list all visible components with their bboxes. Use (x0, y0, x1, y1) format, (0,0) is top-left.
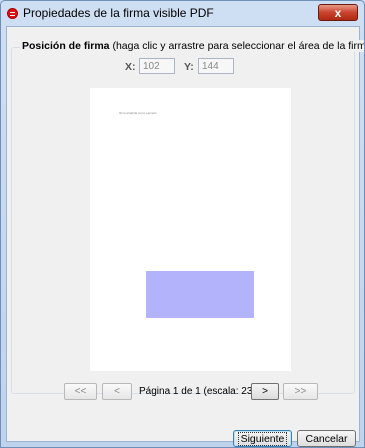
legend-title: Posición de firma (22, 40, 110, 52)
window-title: Propiedades de la firma visible PDF (23, 6, 214, 20)
last-page-button[interactable]: >> (283, 383, 318, 400)
app-seal-icon (7, 7, 18, 19)
dialog-content: Posición de firma (haga clic y arrastre … (6, 26, 364, 447)
page-preview[interactable]: firma añadida como ejemplo (90, 88, 291, 371)
page-navigation: << < Página 1 de 1 (escala: 23%) > >> (7, 383, 359, 403)
cancel-button[interactable]: Cancelar (297, 430, 356, 447)
next-button-label: Siguiente (237, 431, 288, 446)
y-label: Y: (184, 61, 194, 73)
x-coordinate-field[interactable] (139, 58, 175, 74)
close-button[interactable]: x (318, 4, 358, 21)
y-coordinate-field[interactable] (198, 58, 234, 74)
group-legend: Posición de firma (haga clic y arrastre … (20, 40, 365, 52)
dialog-window: Propiedades de la firma visible PDF x Po… (0, 0, 365, 448)
next-page-button[interactable]: > (251, 383, 279, 400)
first-page-button[interactable]: << (64, 383, 97, 400)
x-label: X: (125, 61, 136, 73)
legend-instructions: (haga clic y arrastre para seleccionar e… (109, 40, 365, 52)
title-bar[interactable]: Propiedades de la firma visible PDF x (1, 1, 364, 25)
preview-page-text: firma añadida como ejemplo (119, 111, 157, 115)
coordinates-row: X: Y: (7, 58, 359, 76)
signature-area-selection[interactable] (146, 271, 254, 318)
previous-page-button[interactable]: < (102, 383, 132, 400)
close-icon: x (334, 5, 342, 20)
next-button[interactable]: Siguiente (233, 430, 292, 447)
page-status: Página 1 de 1 (escala: 23%) (139, 386, 265, 397)
